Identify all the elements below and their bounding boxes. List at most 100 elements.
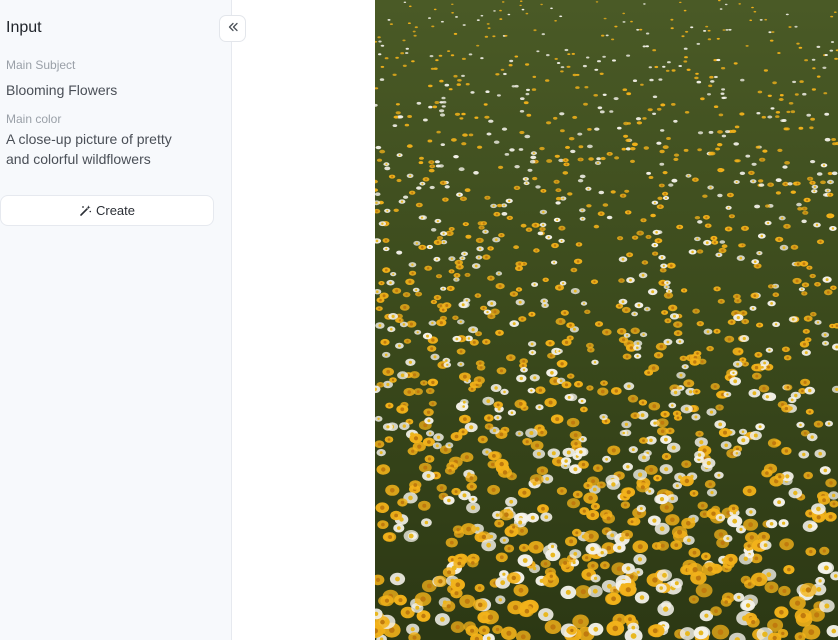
flower-center	[710, 491, 714, 495]
flower-center	[594, 576, 598, 581]
flower-center	[492, 204, 495, 207]
flower-center	[833, 574, 838, 578]
white-flower	[461, 74, 465, 77]
flower-center	[391, 175, 394, 178]
flower-center	[576, 260, 580, 263]
flower-center	[535, 249, 538, 252]
flower-center	[705, 241, 709, 245]
flower-center	[565, 163, 568, 166]
flower-center	[718, 422, 723, 427]
white-flower	[759, 19, 763, 21]
yellow-flower	[428, 168, 435, 173]
flower-center	[806, 198, 809, 202]
yellow-flower	[451, 3, 454, 5]
flower-center	[577, 243, 581, 246]
yellow-flower	[431, 25, 435, 28]
white-flower	[671, 178, 678, 183]
flower-center	[765, 471, 769, 475]
create-button[interactable]: Create	[0, 195, 214, 226]
flower-center	[796, 262, 800, 266]
yellow-flower	[735, 159, 741, 163]
flower-center	[640, 413, 645, 418]
yellow-flower	[432, 105, 438, 109]
flower-center	[385, 247, 388, 250]
yellow-flower	[784, 161, 790, 165]
flower-center	[610, 533, 615, 538]
flower-center	[752, 391, 757, 396]
white-flower	[707, 93, 711, 96]
flower-center	[427, 419, 431, 423]
flower-center	[439, 237, 441, 239]
yellow-flower	[519, 4, 522, 7]
flower-center	[408, 495, 413, 501]
flower-center	[659, 526, 665, 532]
flower-center	[801, 389, 804, 393]
flower-center	[828, 514, 833, 519]
main-color-value: A close-up picture of pretty and colorfu…	[6, 131, 172, 167]
yellow-flower	[657, 196, 663, 200]
flower-center	[743, 227, 747, 230]
yellow-flower	[436, 130, 441, 134]
yellow-flower	[560, 129, 565, 133]
yellow-flower	[751, 6, 754, 9]
flower-center	[720, 300, 723, 303]
yellow-flower	[450, 54, 455, 57]
yellow-flower	[700, 97, 705, 101]
flower-center	[774, 293, 777, 296]
flower-center	[808, 629, 815, 635]
flower-center	[581, 437, 584, 441]
flower-center	[752, 180, 755, 183]
flower-center	[666, 340, 670, 344]
white-flower	[626, 54, 631, 57]
yellow-flower	[812, 67, 816, 70]
flower-center	[714, 609, 718, 613]
yellow-flower	[595, 1, 599, 3]
flower-center	[382, 294, 386, 298]
yellow-flower	[520, 223, 527, 228]
flower-center	[826, 189, 829, 192]
flower-center	[586, 484, 590, 487]
yellow-flower	[554, 20, 557, 22]
yellow-flower	[395, 56, 399, 59]
yellow-flower	[539, 146, 545, 151]
yellow-flower	[438, 54, 443, 57]
flower-center	[513, 604, 519, 611]
yellow-flower	[496, 203, 503, 208]
flower-center	[684, 478, 690, 484]
yellow-flower	[575, 86, 580, 89]
flower-center	[786, 386, 790, 389]
flower-center	[807, 523, 813, 529]
white-flower	[597, 60, 601, 63]
flower-center	[397, 526, 401, 530]
flower-center	[597, 162, 599, 164]
flower-center	[543, 612, 549, 618]
yellow-flower	[435, 59, 439, 62]
yellow-flower	[395, 103, 400, 106]
flower-center	[411, 191, 414, 194]
flower-center	[547, 236, 550, 239]
flower-center	[580, 399, 584, 403]
yellow-flower	[504, 34, 508, 37]
collapse-sidebar-button[interactable]	[219, 15, 246, 42]
flower-center	[778, 475, 782, 479]
white-flower	[594, 68, 599, 71]
white-flower	[720, 92, 725, 95]
yellow-flower	[622, 88, 628, 91]
yellow-flower	[531, 88, 537, 91]
white-flower	[396, 250, 403, 255]
flower-center	[813, 185, 816, 188]
flower-center	[664, 467, 669, 472]
flower-center	[627, 211, 630, 214]
white-flower	[428, 105, 433, 109]
flower-center	[668, 429, 672, 433]
white-flower	[541, 33, 545, 36]
yellow-flower	[501, 1, 505, 3]
flower-center	[669, 264, 673, 267]
flower-center	[663, 311, 666, 314]
flower-center	[472, 340, 476, 344]
flower-center	[490, 314, 493, 318]
flower-center	[816, 283, 819, 286]
flower-center	[438, 275, 440, 278]
flower-center	[699, 440, 704, 445]
flower-center	[447, 498, 451, 503]
